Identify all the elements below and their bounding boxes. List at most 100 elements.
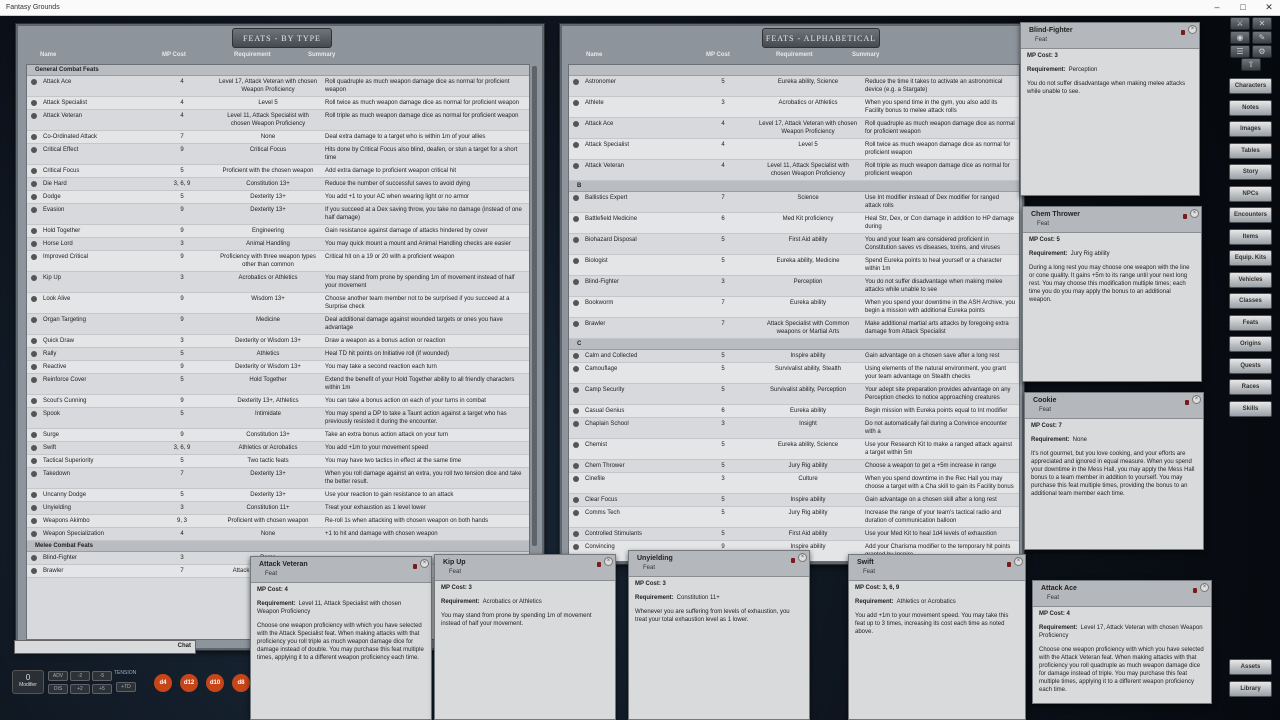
- sidebar-button-tables[interactable]: Tables: [1229, 142, 1272, 159]
- feat-name[interactable]: Biohazard Disposal: [585, 236, 689, 252]
- lock-icon[interactable]: [413, 564, 417, 569]
- feat-name[interactable]: Tactical Superiority: [43, 457, 147, 465]
- feat-name[interactable]: Reactive: [43, 363, 147, 371]
- table-row[interactable]: Takedown 7 Dexterity 13+ When you roll dama…: [27, 468, 529, 489]
- table-row[interactable]: Controlled Stimulants 5 First Aid ability U…: [569, 528, 1019, 541]
- feat-name[interactable]: Attack Veteran: [585, 162, 689, 178]
- table-row[interactable]: Chemist 5 Eureka ability, Science Use your …: [569, 439, 1019, 460]
- feat-name[interactable]: Critical Focus: [43, 167, 147, 175]
- table-row[interactable]: Horse Lord 3 Animal Handling You may quick …: [27, 238, 529, 251]
- feat-card-blind-fighter[interactable]: Blind-Fighter Feat × MP Cost: 3 Requirement:…: [1020, 22, 1200, 196]
- sidebar-button-vehicles[interactable]: Vehicles: [1229, 271, 1272, 288]
- table-row[interactable]: Co-Ordinated Attack 7 None Deal extra damag…: [27, 131, 529, 144]
- table-row[interactable]: Attack Ace 4 Level 17, Attack Veteran with…: [27, 76, 529, 97]
- sidebar-button-classes[interactable]: Classes: [1229, 293, 1272, 309]
- sidebar-button-assets[interactable]: Assets: [1229, 659, 1272, 675]
- table-row[interactable]: Blind-Fighter 3 Perception You do not suffe…: [569, 276, 1019, 297]
- table-row[interactable]: Athlete 3 Acrobatics or Athletics When you …: [569, 97, 1019, 118]
- feat-name[interactable]: Rally: [43, 350, 147, 358]
- table-row[interactable]: Rally 5 Athletics Heal TD hit points on Ini…: [27, 348, 529, 361]
- table-row[interactable]: Cinefile 3 Culture When you spend downtime …: [569, 473, 1019, 494]
- table-row[interactable]: Battlefield Medicine 6 Med Kit proficiency…: [569, 213, 1019, 234]
- plus5-button[interactable]: +5: [92, 684, 112, 694]
- feat-name[interactable]: Weapon Specialization: [43, 530, 147, 538]
- lock-icon[interactable]: [791, 558, 795, 563]
- table-row[interactable]: Biologist 5 Eureka ability, Medicine Spend …: [569, 255, 1019, 276]
- sidebar-button-skills[interactable]: Skills: [1229, 400, 1272, 417]
- minus2-button[interactable]: -2: [70, 671, 90, 681]
- lock-icon[interactable]: [1181, 30, 1185, 35]
- feat-name[interactable]: Organ Targeting: [43, 316, 147, 332]
- feat-name[interactable]: Chem Thrower: [585, 462, 689, 470]
- d10-die-icon[interactable]: d10: [206, 674, 224, 692]
- table-row[interactable]: Critical Focus 5 Proficient with the chose…: [27, 165, 529, 178]
- feat-name[interactable]: Chaplain School: [585, 420, 689, 436]
- sidebar-button-npcs[interactable]: NPCs: [1229, 185, 1272, 202]
- close-icon[interactable]: ×: [420, 559, 429, 568]
- feat-name[interactable]: Biologist: [585, 257, 689, 273]
- feat-name[interactable]: Blind-Fighter: [585, 278, 689, 294]
- feat-name[interactable]: Camp Security: [585, 386, 689, 402]
- feat-name[interactable]: Astronomer: [585, 78, 689, 94]
- feat-name[interactable]: Casual Genius: [585, 407, 689, 415]
- feat-name[interactable]: Die Hard: [43, 180, 147, 188]
- table-row[interactable]: Dodge 5 Dexterity 13+ You add +1 to your AC…: [27, 191, 529, 204]
- feats-alphabetical-window[interactable]: FEATS - ALPHABETICAL Name MP Cost Requir…: [560, 24, 1024, 564]
- table-row[interactable]: Quick Draw 3 Dexterity or Wisdom 13+ Draw a…: [27, 335, 529, 348]
- tool-icon-6[interactable]: ⚙: [1252, 45, 1272, 58]
- tool-icon-5[interactable]: ☰: [1230, 45, 1250, 58]
- sidebar-button-items[interactable]: Items: [1229, 228, 1272, 245]
- table-row[interactable]: Kip Up 3 Acrobatics or Athletics You may st…: [27, 272, 529, 293]
- feat-card-unyielding[interactable]: Unyielding Feat × MP Cost: 3 Requirement: Con…: [628, 550, 810, 720]
- table-row[interactable]: Swift 3, 6, 9 Athletics or Acrobatics You a…: [27, 442, 529, 455]
- feat-card-chem-thrower[interactable]: Chem Thrower Feat × MP Cost: 5 Requirement: J…: [1022, 206, 1202, 382]
- d12-die-icon[interactable]: d12: [180, 674, 198, 692]
- table-row[interactable]: Chaplain School 3 Insight Do not automatica…: [569, 418, 1019, 439]
- card-header[interactable]: Swift Feat ×: [849, 555, 1025, 581]
- feat-name[interactable]: Clear Focus: [585, 496, 689, 504]
- table-row[interactable]: Weapon Specialization 4 None +1 to hit and …: [27, 528, 529, 541]
- sidebar-button-characters[interactable]: Characters: [1229, 78, 1272, 94]
- table-row[interactable]: Attack Veteran 4 Level 11, Attack Speciali…: [27, 110, 529, 131]
- minus5-button[interactable]: -5: [92, 671, 112, 681]
- feat-name[interactable]: Attack Ace: [43, 78, 147, 94]
- sidebar-button-origins[interactable]: Origins: [1229, 336, 1272, 352]
- feat-name[interactable]: Controlled Stimulants: [585, 530, 689, 538]
- minimize-button[interactable]: –: [1204, 0, 1230, 16]
- table-row[interactable]: Die Hard 3, 6, 9 Constitution 13+ Reduce th…: [27, 178, 529, 191]
- feat-name[interactable]: Co-Ordinated Attack: [43, 133, 147, 141]
- feat-name[interactable]: Comms Tech: [585, 509, 689, 525]
- table-row[interactable]: Critical Effect 9 Critical Focus Hits done …: [27, 144, 529, 165]
- feat-name[interactable]: Hold Together: [43, 227, 147, 235]
- tool-icon-1[interactable]: ⚔: [1230, 17, 1250, 30]
- close-icon[interactable]: ×: [1200, 583, 1209, 592]
- feat-name[interactable]: Calm and Collected: [585, 352, 689, 360]
- sidebar-button-encounters[interactable]: Encounters: [1229, 207, 1272, 223]
- adv-button[interactable]: ADV: [48, 671, 68, 681]
- table-row[interactable]: Tactical Superiority 5 Two tactic feats You…: [27, 455, 529, 468]
- lock-icon[interactable]: [1007, 562, 1011, 567]
- sidebar-button-feats[interactable]: Feats: [1229, 314, 1272, 331]
- card-header[interactable]: Blind-Fighter Feat ×: [1021, 23, 1199, 49]
- close-icon[interactable]: ×: [1190, 209, 1199, 218]
- feat-name[interactable]: Chemist: [585, 441, 689, 457]
- table-row[interactable]: Hold Together 9 Engineering Gain resistance…: [27, 225, 529, 238]
- d8-die-icon[interactable]: d8: [232, 674, 250, 692]
- lock-icon[interactable]: [1185, 400, 1189, 405]
- feat-name[interactable]: Attack Specialist: [585, 141, 689, 157]
- close-icon[interactable]: ×: [604, 557, 613, 566]
- close-button[interactable]: ✕: [1256, 0, 1280, 16]
- feat-name[interactable]: Reinforce Cover: [43, 376, 147, 392]
- card-header[interactable]: Kip Up Feat ×: [435, 555, 615, 581]
- table-row[interactable]: Casual Genius 6 Eureka ability Begin missio…: [569, 405, 1019, 418]
- table-row[interactable]: Uncanny Dodge 5 Dexterity 13+ Use your reac…: [27, 489, 529, 502]
- sidebar-button-story[interactable]: Story: [1229, 164, 1272, 180]
- table-row[interactable]: Clear Focus 5 Inspire ability Gain advantag…: [569, 494, 1019, 507]
- feat-name[interactable]: Evasion: [43, 206, 147, 222]
- table-row[interactable]: Attack Ace 4 Level 17, Attack Veteran with…: [569, 118, 1019, 139]
- feat-name[interactable]: Kip Up: [43, 274, 147, 290]
- feat-name[interactable]: Horse Lord: [43, 240, 147, 248]
- sidebar-button-equip-kits[interactable]: Equip. Kits: [1229, 250, 1272, 266]
- feat-name[interactable]: Attack Ace: [585, 120, 689, 136]
- close-icon[interactable]: ×: [1192, 395, 1201, 404]
